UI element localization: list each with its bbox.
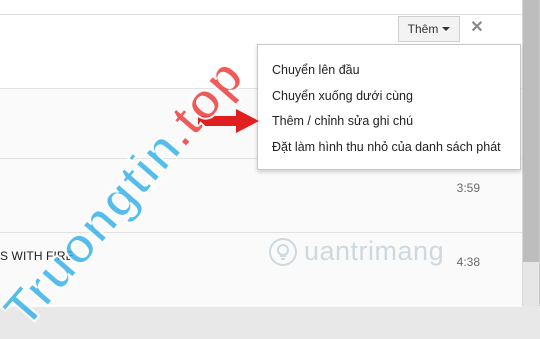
- more-button[interactable]: Thêm: [398, 16, 460, 42]
- watermark-logo-secondary: uantrimang: [268, 236, 444, 267]
- menu-item-edit-note[interactable]: Thêm / chỉnh sửa ghi chú: [258, 110, 520, 136]
- menu-item-set-thumbnail[interactable]: Đặt làm hình thu nhỏ của danh sách phát: [258, 136, 520, 162]
- menu-item-move-top[interactable]: Chuyển lên đầu: [258, 59, 520, 85]
- menu-item-move-bottom[interactable]: Chuyển xuống dưới cùng: [258, 85, 520, 111]
- duration-label: 3:59: [456, 181, 480, 195]
- duration-label: 4:38: [456, 255, 480, 269]
- close-icon[interactable]: ✕: [470, 20, 484, 36]
- scrollbar-thumb[interactable]: [523, 0, 539, 262]
- context-menu: Chuyển lên đầu Chuyển xuống dưới cùng Th…: [257, 44, 521, 170]
- more-button-label: Thêm: [407, 22, 439, 36]
- caret-down-icon: [442, 27, 451, 31]
- row-divider: [0, 14, 522, 15]
- bulb-icon: [269, 237, 297, 266]
